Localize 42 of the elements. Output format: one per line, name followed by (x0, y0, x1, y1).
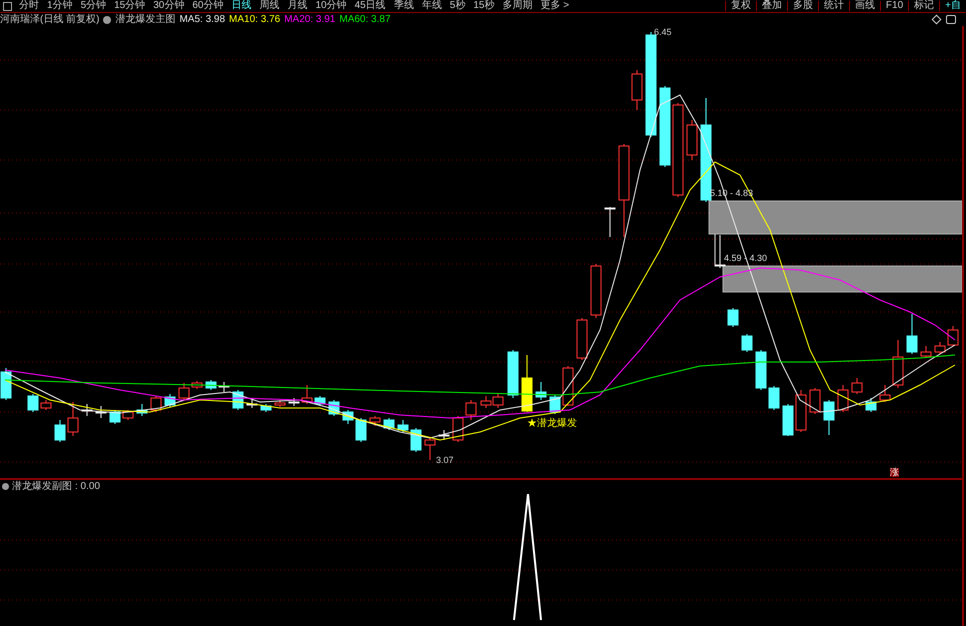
low-price-label: 3.07 (436, 454, 454, 467)
period-tab[interactable]: 10分钟 (312, 1, 351, 11)
indicator-name: 潜龙爆发主图 (115, 14, 176, 24)
moving-average-value: MA5: 3.98 (179, 14, 226, 24)
toolbar-button[interactable]: 标记 (908, 1, 940, 11)
period-tab[interactable]: 年线 (418, 1, 446, 11)
period-tab[interactable]: 月线 (284, 1, 312, 11)
signal-label: ★潜龙爆发 (527, 416, 577, 431)
period-tab[interactable]: 更多 > (536, 1, 574, 11)
toolbar-button[interactable]: F10 (880, 1, 908, 11)
period-tab[interactable]: 1分钟 (43, 1, 77, 11)
period-tab[interactable]: 45日线 (350, 1, 390, 11)
sub-indicator-value: : 0.00 (75, 482, 100, 492)
toolbar-button[interactable]: +自 (939, 1, 966, 11)
toolbar-button[interactable]: 复权 (724, 1, 756, 11)
connector-line (714, 234, 716, 266)
period-tab[interactable]: 5秒 (446, 1, 470, 11)
panel-icon[interactable] (946, 15, 956, 24)
period-tab[interactable]: 60分钟 (188, 1, 228, 11)
period-tab[interactable]: 5分钟 (76, 1, 110, 11)
moving-average-value: MA60: 3.87 (339, 14, 391, 24)
moving-average-value: MA10: 3.76 (229, 14, 280, 24)
period-tab[interactable]: 15分钟 (110, 1, 150, 11)
period-tab[interactable]: 15秒 (469, 1, 498, 11)
stock-name: 河南瑞泽(日线 前复权) (0, 14, 100, 24)
high-price-label: 6.45 (654, 26, 672, 39)
period-tab[interactable]: 周线 (256, 1, 284, 11)
period-tab[interactable]: 日线 (228, 1, 256, 11)
indicator-toggle-icon[interactable] (103, 16, 112, 24)
price-zone-label: 4.59 - 4.30 (724, 252, 768, 265)
period-tab[interactable]: 分时 (15, 1, 43, 11)
sub-indicator-name: 潜龙爆发副图 (12, 482, 72, 492)
toolbar-button[interactable]: 画线 (848, 1, 880, 11)
indicator-toggle-icon[interactable] (2, 483, 9, 490)
period-tab[interactable]: 30分钟 (149, 1, 188, 11)
toolbar-button[interactable]: 多股 (786, 1, 818, 11)
window-icon[interactable] (3, 2, 12, 10)
period-tab[interactable]: 多周期 (498, 1, 536, 11)
rise-marker: 涨 (890, 468, 899, 477)
moving-average-value: MA20: 3.91 (284, 14, 336, 24)
period-tab[interactable]: 季线 (390, 1, 418, 11)
toolbar-button[interactable]: 叠加 (756, 1, 787, 11)
